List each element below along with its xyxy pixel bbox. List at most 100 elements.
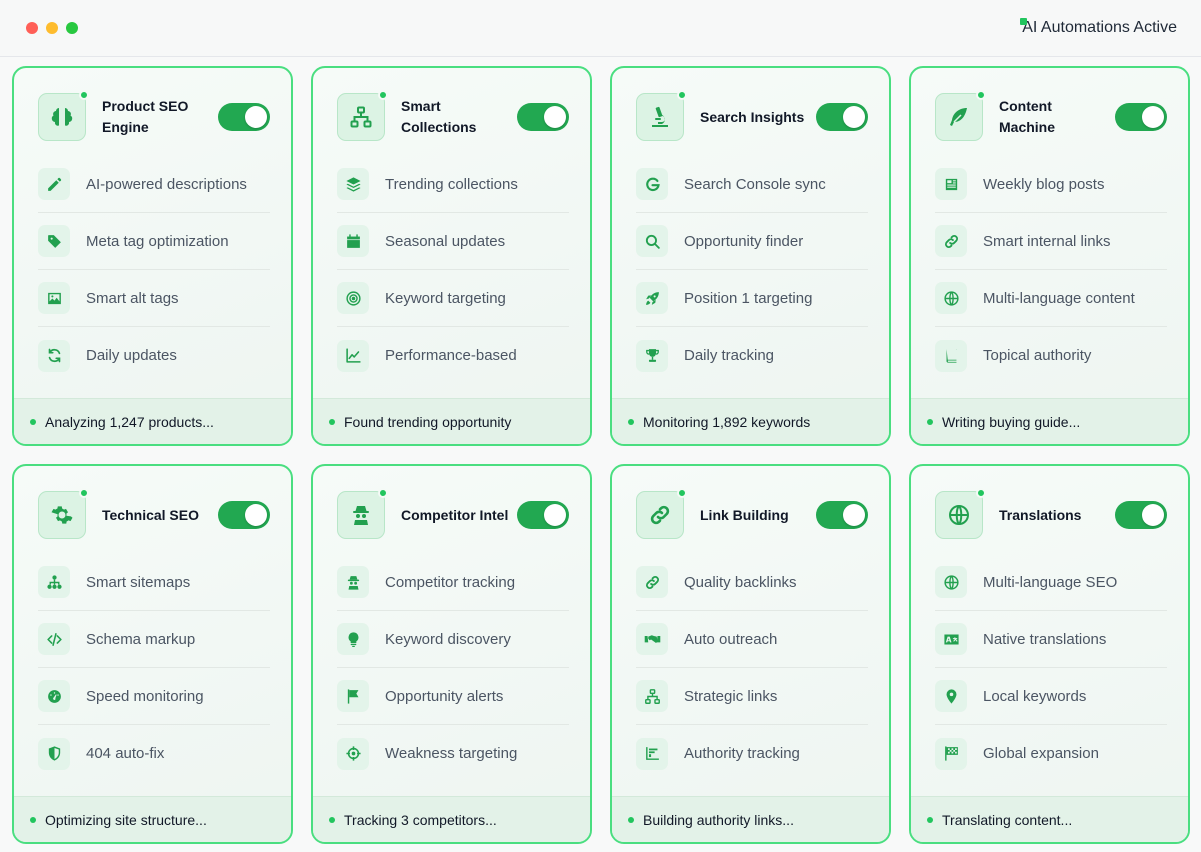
feature-item[interactable]: Multi-language content	[935, 270, 1167, 327]
card-header: Competitor Intel	[337, 488, 569, 539]
card-status-bar: Translating content...	[911, 796, 1188, 842]
language-icon	[935, 623, 967, 655]
automation-toggle[interactable]	[218, 103, 270, 131]
card-header: Link Building	[636, 488, 868, 539]
feature-label: Trending collections	[385, 175, 518, 193]
automation-card-search-insights: Search Insights Search Console sync Oppo…	[610, 66, 891, 446]
globe-icon	[935, 282, 967, 314]
close-window-button[interactable]	[26, 22, 38, 34]
bar-chart-icon	[636, 737, 668, 770]
automation-toggle[interactable]	[517, 501, 569, 529]
chart-line-icon	[337, 339, 369, 372]
automation-toggle[interactable]	[816, 501, 868, 529]
live-indicator-icon	[79, 488, 89, 498]
spy-icon	[337, 488, 388, 539]
feature-item[interactable]: Schema markup	[38, 611, 270, 668]
feature-label: Auto outreach	[684, 630, 778, 648]
automation-toggle[interactable]	[816, 103, 868, 131]
feature-label: Position 1 targeting	[684, 289, 813, 307]
feature-item[interactable]: Smart alt tags	[38, 270, 270, 327]
feature-label: Daily tracking	[684, 347, 775, 364]
tag-icon	[38, 225, 70, 257]
feature-item[interactable]: Native translations	[935, 611, 1167, 668]
automation-card-translations: Translations Multi-language SEO Native t…	[909, 464, 1190, 844]
feature-item[interactable]: Local keywords	[935, 668, 1167, 725]
feature-item[interactable]: Performance-based	[337, 327, 569, 384]
maximize-window-button[interactable]	[66, 22, 78, 34]
feature-item[interactable]: Position 1 targeting	[636, 270, 868, 327]
feature-item[interactable]: Speed monitoring	[38, 668, 270, 725]
automation-toggle[interactable]	[218, 501, 270, 529]
feature-item[interactable]: Meta tag optimization	[38, 213, 270, 270]
feature-item[interactable]: Weekly blog posts	[935, 156, 1167, 213]
card-status-text: Optimizing site structure...	[45, 811, 207, 828]
feature-label: 404 auto-fix	[86, 745, 165, 762]
minimize-window-button[interactable]	[46, 22, 58, 34]
feature-label: Performance-based	[385, 347, 517, 364]
layers-icon	[337, 168, 369, 200]
feature-item[interactable]: Trending collections	[337, 156, 569, 213]
feature-item[interactable]: 404 auto-fix	[38, 725, 270, 782]
card-status-text: Monitoring 1,892 keywords	[643, 413, 811, 430]
feature-item[interactable]: Opportunity alerts	[337, 668, 569, 725]
live-indicator-icon	[378, 488, 388, 498]
pencil-icon	[38, 168, 70, 200]
globe-icon	[935, 566, 967, 598]
feature-item[interactable]: Strategic links	[636, 668, 868, 725]
feature-label: Keyword discovery	[385, 630, 511, 648]
toggle-knob	[245, 504, 267, 526]
automation-toggle[interactable]	[1115, 103, 1167, 131]
feature-item[interactable]: Weakness targeting	[337, 725, 569, 782]
card-status-text: Found trending opportunity	[344, 413, 512, 430]
status-dot-icon	[329, 816, 335, 823]
live-indicator-icon	[976, 90, 986, 100]
feature-label: Topical authority	[983, 347, 1092, 364]
feature-label: Opportunity alerts	[385, 687, 504, 705]
card-title: Technical SEO	[102, 506, 199, 523]
feature-label: Schema markup	[86, 630, 196, 648]
book-icon	[935, 339, 967, 372]
feature-item[interactable]: AI-powered descriptions	[38, 156, 270, 213]
feature-item[interactable]: Authority tracking	[636, 725, 868, 782]
feature-item[interactable]: Keyword discovery	[337, 611, 569, 668]
link-icon	[636, 488, 687, 539]
status-dot-icon	[927, 418, 933, 425]
card-status-bar: Found trending opportunity	[313, 398, 590, 444]
feature-item[interactable]: Seasonal updates	[337, 213, 569, 270]
feature-label: Smart alt tags	[86, 289, 179, 307]
calendar-icon	[337, 225, 369, 257]
flag-icon	[337, 680, 369, 712]
feature-label: Keyword targeting	[385, 289, 506, 307]
live-indicator-icon	[378, 90, 388, 100]
feature-label: Local keywords	[983, 687, 1087, 705]
automation-toggle[interactable]	[1115, 501, 1167, 529]
automation-toggle[interactable]	[517, 103, 569, 131]
feature-item[interactable]: Competitor tracking	[337, 554, 569, 611]
feature-item[interactable]: Global expansion	[935, 725, 1167, 782]
feature-label: Opportunity finder	[684, 232, 804, 250]
feature-item[interactable]: Smart sitemaps	[38, 554, 270, 611]
gauge-icon	[38, 680, 70, 712]
feature-item[interactable]: Quality backlinks	[636, 554, 868, 611]
feature-item[interactable]: Opportunity finder	[636, 213, 868, 270]
feature-label: Search Console sync	[684, 175, 826, 193]
image-icon	[38, 282, 70, 314]
card-status-bar: Monitoring 1,892 keywords	[612, 398, 889, 444]
feature-label: Global expansion	[983, 745, 1099, 762]
automations-status-text: AI Automations Active	[1022, 19, 1177, 36]
feature-list: Multi-language SEO Native translations L…	[935, 554, 1167, 782]
feature-label: Smart sitemaps	[86, 573, 191, 591]
feature-item[interactable]: Search Console sync	[636, 156, 868, 213]
code-icon	[38, 623, 70, 655]
feature-item[interactable]: Auto outreach	[636, 611, 868, 668]
status-dot-icon	[30, 816, 36, 823]
feature-item[interactable]: Smart internal links	[935, 213, 1167, 270]
rocket-icon	[636, 282, 668, 314]
feature-item[interactable]: Daily updates	[38, 327, 270, 384]
feature-item[interactable]: Daily tracking	[636, 327, 868, 384]
card-status-text: Translating content...	[942, 811, 1073, 828]
feature-item[interactable]: Topical authority	[935, 327, 1167, 384]
feature-item[interactable]: Multi-language SEO	[935, 554, 1167, 611]
trophy-icon	[636, 339, 668, 372]
feature-item[interactable]: Keyword targeting	[337, 270, 569, 327]
